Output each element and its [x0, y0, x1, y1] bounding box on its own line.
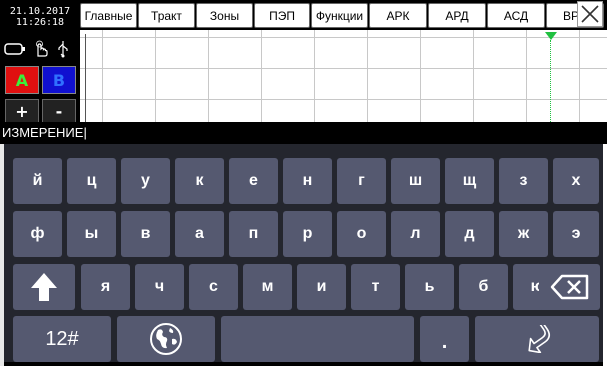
key-row1-11[interactable]: х: [553, 158, 599, 204]
key-row3-3[interactable]: с: [189, 264, 238, 310]
tab-pep[interactable]: ПЭП: [254, 3, 310, 28]
key-row3-1[interactable]: я: [81, 264, 130, 310]
backspace-icon: [550, 274, 588, 300]
shift-key[interactable]: [13, 264, 75, 310]
channel-b-button[interactable]: B: [42, 66, 76, 94]
key-row1-3[interactable]: у: [121, 158, 170, 204]
minus-button[interactable]: -: [42, 99, 76, 123]
globe-icon: [150, 323, 182, 355]
key-row2-6[interactable]: р: [283, 211, 332, 257]
language-key[interactable]: [117, 316, 215, 362]
space-key[interactable]: [221, 316, 414, 362]
key-row1-4[interactable]: к: [175, 158, 224, 204]
dot-key[interactable]: .: [420, 316, 469, 362]
key-row1-10[interactable]: з: [499, 158, 548, 204]
key-row3-5[interactable]: и: [297, 264, 346, 310]
key-row2-3[interactable]: в: [121, 211, 170, 257]
key-row1-8[interactable]: ш: [391, 158, 440, 204]
close-keyboard-button[interactable]: [577, 1, 603, 27]
key-row1-2[interactable]: ц: [67, 158, 116, 204]
key-row1-6[interactable]: н: [283, 158, 332, 204]
key-row2-2[interactable]: ы: [67, 211, 116, 257]
key-row2-7[interactable]: о: [337, 211, 386, 257]
key-row1-9[interactable]: щ: [445, 158, 494, 204]
tab-functions[interactable]: Функции: [311, 3, 368, 28]
tab-ard[interactable]: АРД: [428, 3, 486, 28]
arrow-up-icon: [31, 273, 57, 301]
text-entry-bar: ИЗМЕРЕНИЕ|: [0, 122, 607, 144]
key-row3-2[interactable]: ч: [135, 264, 184, 310]
key-row2-11[interactable]: э: [553, 211, 599, 257]
key-row2-1[interactable]: ф: [13, 211, 62, 257]
enter-icon: [528, 325, 551, 353]
backspace-key[interactable]: [539, 264, 600, 310]
main-menu: Главные Тракт Зоны ПЭП Функции АРК АРД А…: [80, 0, 607, 30]
tab-tract[interactable]: Тракт: [138, 3, 195, 28]
close-icon: [581, 5, 599, 23]
key-row2-8[interactable]: л: [391, 211, 440, 257]
gate-line: [550, 40, 551, 122]
date-label: 21.10.2017: [9, 6, 71, 17]
gate-marker-icon[interactable]: [545, 32, 557, 40]
key-row3-6[interactable]: т: [351, 264, 400, 310]
tab-zones[interactable]: Зоны: [196, 3, 253, 28]
key-row1-5[interactable]: е: [229, 158, 278, 204]
status-icons: [4, 38, 78, 60]
onscreen-keyboard: й ц у к е н г ш щ з х ф ы в а п р о л д …: [4, 144, 603, 362]
time-label: 11:26:18: [15, 17, 65, 28]
channel-a-button[interactable]: A: [5, 66, 39, 94]
tab-main[interactable]: Главные: [80, 3, 137, 28]
key-row2-9[interactable]: д: [445, 211, 494, 257]
usb-icon: [58, 41, 68, 58]
scan-grid: [80, 30, 607, 122]
key-row2-10[interactable]: ж: [499, 211, 548, 257]
key-row2-5[interactable]: п: [229, 211, 278, 257]
datetime-display: 21.10.2017 11:26:18: [0, 0, 80, 38]
enter-key[interactable]: [475, 316, 599, 362]
key-row2-4[interactable]: а: [175, 211, 224, 257]
key-row1-7[interactable]: г: [337, 158, 386, 204]
key-row3-7[interactable]: ь: [405, 264, 454, 310]
signal-trace: [85, 34, 86, 122]
tab-asd[interactable]: АСД: [487, 3, 545, 28]
key-row3-8[interactable]: б: [459, 264, 508, 310]
battery-icon: [4, 43, 25, 55]
background-strip-right: [603, 144, 607, 366]
key-row3-4[interactable]: м: [243, 264, 292, 310]
touch-hand-icon: [36, 40, 48, 57]
plus-button[interactable]: +: [5, 99, 39, 123]
text-entry-field[interactable]: ИЗМЕРЕНИЕ|: [2, 125, 87, 140]
numbers-key[interactable]: 12#: [13, 316, 111, 362]
tab-ark[interactable]: АРК: [369, 3, 427, 28]
key-row1-1[interactable]: й: [13, 158, 62, 204]
